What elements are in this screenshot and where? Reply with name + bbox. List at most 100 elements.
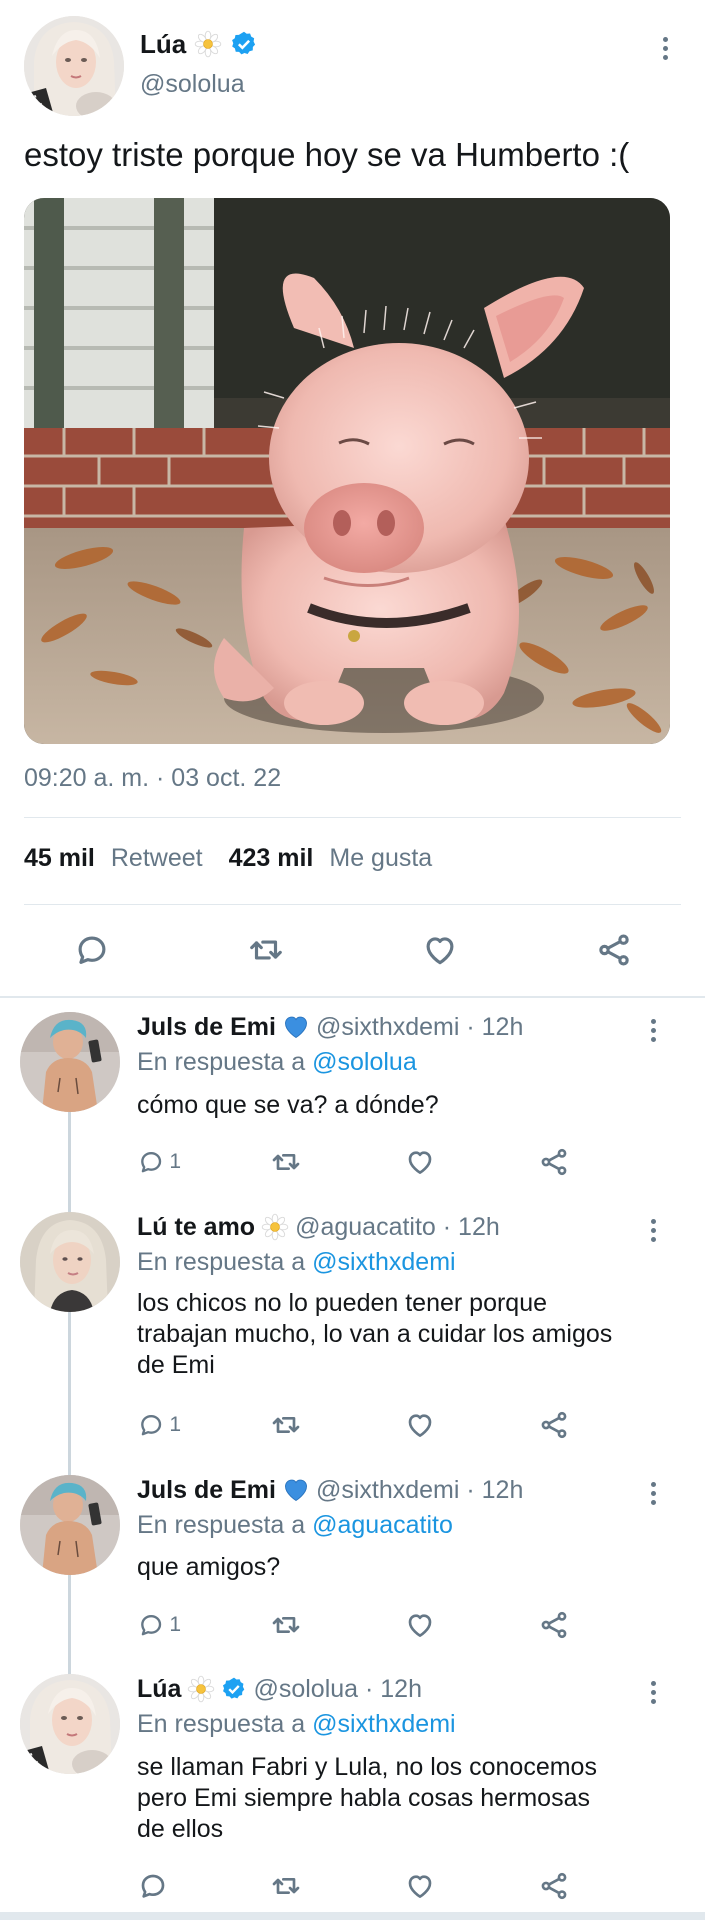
tweet-stats: 45 mil Retweet 423 mil Me gusta <box>24 844 432 873</box>
like-icon <box>404 1870 436 1902</box>
bottom-divider <box>0 1912 705 1920</box>
share-icon <box>538 1409 570 1441</box>
reply-icon <box>137 1609 165 1641</box>
author-name-row[interactable]: Lúa <box>140 24 258 64</box>
reply-author-name[interactable]: Juls de Emi <box>137 1476 276 1505</box>
share-button[interactable] <box>538 1142 582 1182</box>
retweet-icon <box>270 1870 302 1902</box>
tweet-image-piglet[interactable] <box>24 198 670 744</box>
share-icon <box>595 931 633 969</box>
reply-icon <box>137 1409 165 1441</box>
like-icon <box>404 1609 436 1641</box>
reply-author-name[interactable]: Juls de Emi <box>137 1013 276 1042</box>
like-icon <box>421 931 459 969</box>
retweet-button[interactable] <box>270 1142 314 1182</box>
reply-meta[interactable]: @sixthxdemi · 12h <box>316 1013 523 1042</box>
retweet-icon <box>270 1146 302 1178</box>
author-handle[interactable]: @sololua <box>140 70 245 99</box>
share-button[interactable] <box>592 928 636 972</box>
reply-button[interactable] <box>137 1866 181 1906</box>
reply-count: 1 <box>169 1613 181 1636</box>
reply-button[interactable] <box>70 928 114 972</box>
share-button[interactable] <box>538 1866 582 1906</box>
reply-header: Lú te amo @aguacatito · 12h <box>137 1210 500 1244</box>
more-icon[interactable] <box>638 1010 668 1050</box>
blue-heart-icon <box>282 1476 310 1504</box>
verified-icon <box>230 30 258 58</box>
like-button[interactable] <box>404 1866 448 1906</box>
like-button[interactable] <box>418 928 462 972</box>
like-button[interactable] <box>404 1405 448 1445</box>
retweet-icon <box>247 931 285 969</box>
reply-context: En respuesta a @sololua <box>137 1048 417 1077</box>
more-icon[interactable] <box>638 1672 668 1712</box>
reply-text-line: de Emi <box>137 1351 215 1379</box>
reply-button[interactable]: 1 <box>137 1605 181 1645</box>
reply-text-line: pero Emi siempre habla cosas hermosas <box>137 1784 590 1812</box>
retweet-icon <box>270 1409 302 1441</box>
reply-author-name[interactable]: Lú te amo <box>137 1213 255 1242</box>
retweets-count[interactable]: 45 mil <box>24 844 95 873</box>
daisy-icon <box>261 1213 289 1241</box>
retweet-button[interactable] <box>244 928 288 972</box>
reply-avatar[interactable] <box>20 1212 120 1312</box>
like-button[interactable] <box>404 1142 448 1182</box>
like-icon <box>404 1146 436 1178</box>
likes-label[interactable]: Me gusta <box>329 844 432 873</box>
reply-header: Lúa @sololua · 12h <box>137 1672 422 1706</box>
daisy-icon <box>187 1675 215 1703</box>
reply-author-name[interactable]: Lúa <box>137 1675 181 1704</box>
like-icon <box>404 1409 436 1441</box>
tweet-timestamp[interactable]: 09:20 a. m. · 03 oct. 22 <box>24 764 281 793</box>
reply-count: 1 <box>169 1150 181 1173</box>
author-name[interactable]: Lúa <box>140 29 186 60</box>
reply-avatar[interactable] <box>20 1012 120 1112</box>
reply-icon <box>73 931 111 969</box>
share-button[interactable] <box>538 1405 582 1445</box>
reply-text: cómo que se va? a dónde? <box>137 1090 677 1121</box>
reply-text-line: los chicos no lo pueden tener porque <box>137 1289 548 1317</box>
share-icon <box>538 1609 570 1641</box>
reply-to-link[interactable]: @sixthxdemi <box>312 1248 455 1276</box>
like-button[interactable] <box>404 1605 448 1645</box>
reply-text: que amigos? <box>137 1552 677 1583</box>
reply-context: En respuesta a @sixthxdemi <box>137 1248 456 1277</box>
reply-count: 1 <box>169 1413 181 1436</box>
reply-meta[interactable]: @aguacatito · 12h <box>295 1213 500 1242</box>
more-icon[interactable] <box>650 28 680 68</box>
reply-text-line: que amigos? <box>137 1553 281 1581</box>
share-icon <box>538 1146 570 1178</box>
reply-text: se llaman Fabri y Lula, no los conocemos… <box>137 1752 677 1845</box>
reply-text: los chicos no lo pueden tener porque tra… <box>137 1288 677 1381</box>
reply-button[interactable]: 1 <box>137 1405 181 1445</box>
divider <box>24 904 681 905</box>
reply-prefix: En respuesta a <box>137 1048 306 1076</box>
likes-count[interactable]: 423 mil <box>229 844 314 873</box>
retweet-button[interactable] <box>270 1866 314 1906</box>
reply-avatar[interactable] <box>20 1475 120 1575</box>
reply-icon <box>137 1146 165 1178</box>
reply-avatar[interactable] <box>20 1674 120 1774</box>
reply-text-line: trabajan mucho, lo van a cuidar los amig… <box>137 1320 613 1348</box>
reply-icon <box>137 1870 169 1902</box>
reply-prefix: En respuesta a <box>137 1248 306 1276</box>
reply-to-link[interactable]: @sixthxdemi <box>312 1710 455 1738</box>
reply-prefix: En respuesta a <box>137 1511 306 1539</box>
more-icon[interactable] <box>638 1473 668 1513</box>
retweets-label[interactable]: Retweet <box>111 844 203 873</box>
retweet-button[interactable] <box>270 1605 314 1645</box>
retweet-button[interactable] <box>270 1405 314 1445</box>
blue-heart-icon <box>282 1013 310 1041</box>
reply-to-link[interactable]: @aguacatito <box>312 1511 453 1539</box>
reply-meta[interactable]: @sololua · 12h <box>253 1675 422 1704</box>
reply-context: En respuesta a @aguacatito <box>137 1511 453 1540</box>
reply-button[interactable]: 1 <box>137 1142 181 1182</box>
reply-prefix: En respuesta a <box>137 1710 306 1738</box>
reply-to-link[interactable]: @sololua <box>312 1048 417 1076</box>
daisy-icon <box>194 30 222 58</box>
more-icon[interactable] <box>638 1210 668 1250</box>
divider <box>24 817 681 818</box>
author-avatar[interactable] <box>24 16 124 116</box>
share-button[interactable] <box>538 1605 582 1645</box>
reply-meta[interactable]: @sixthxdemi · 12h <box>316 1476 523 1505</box>
